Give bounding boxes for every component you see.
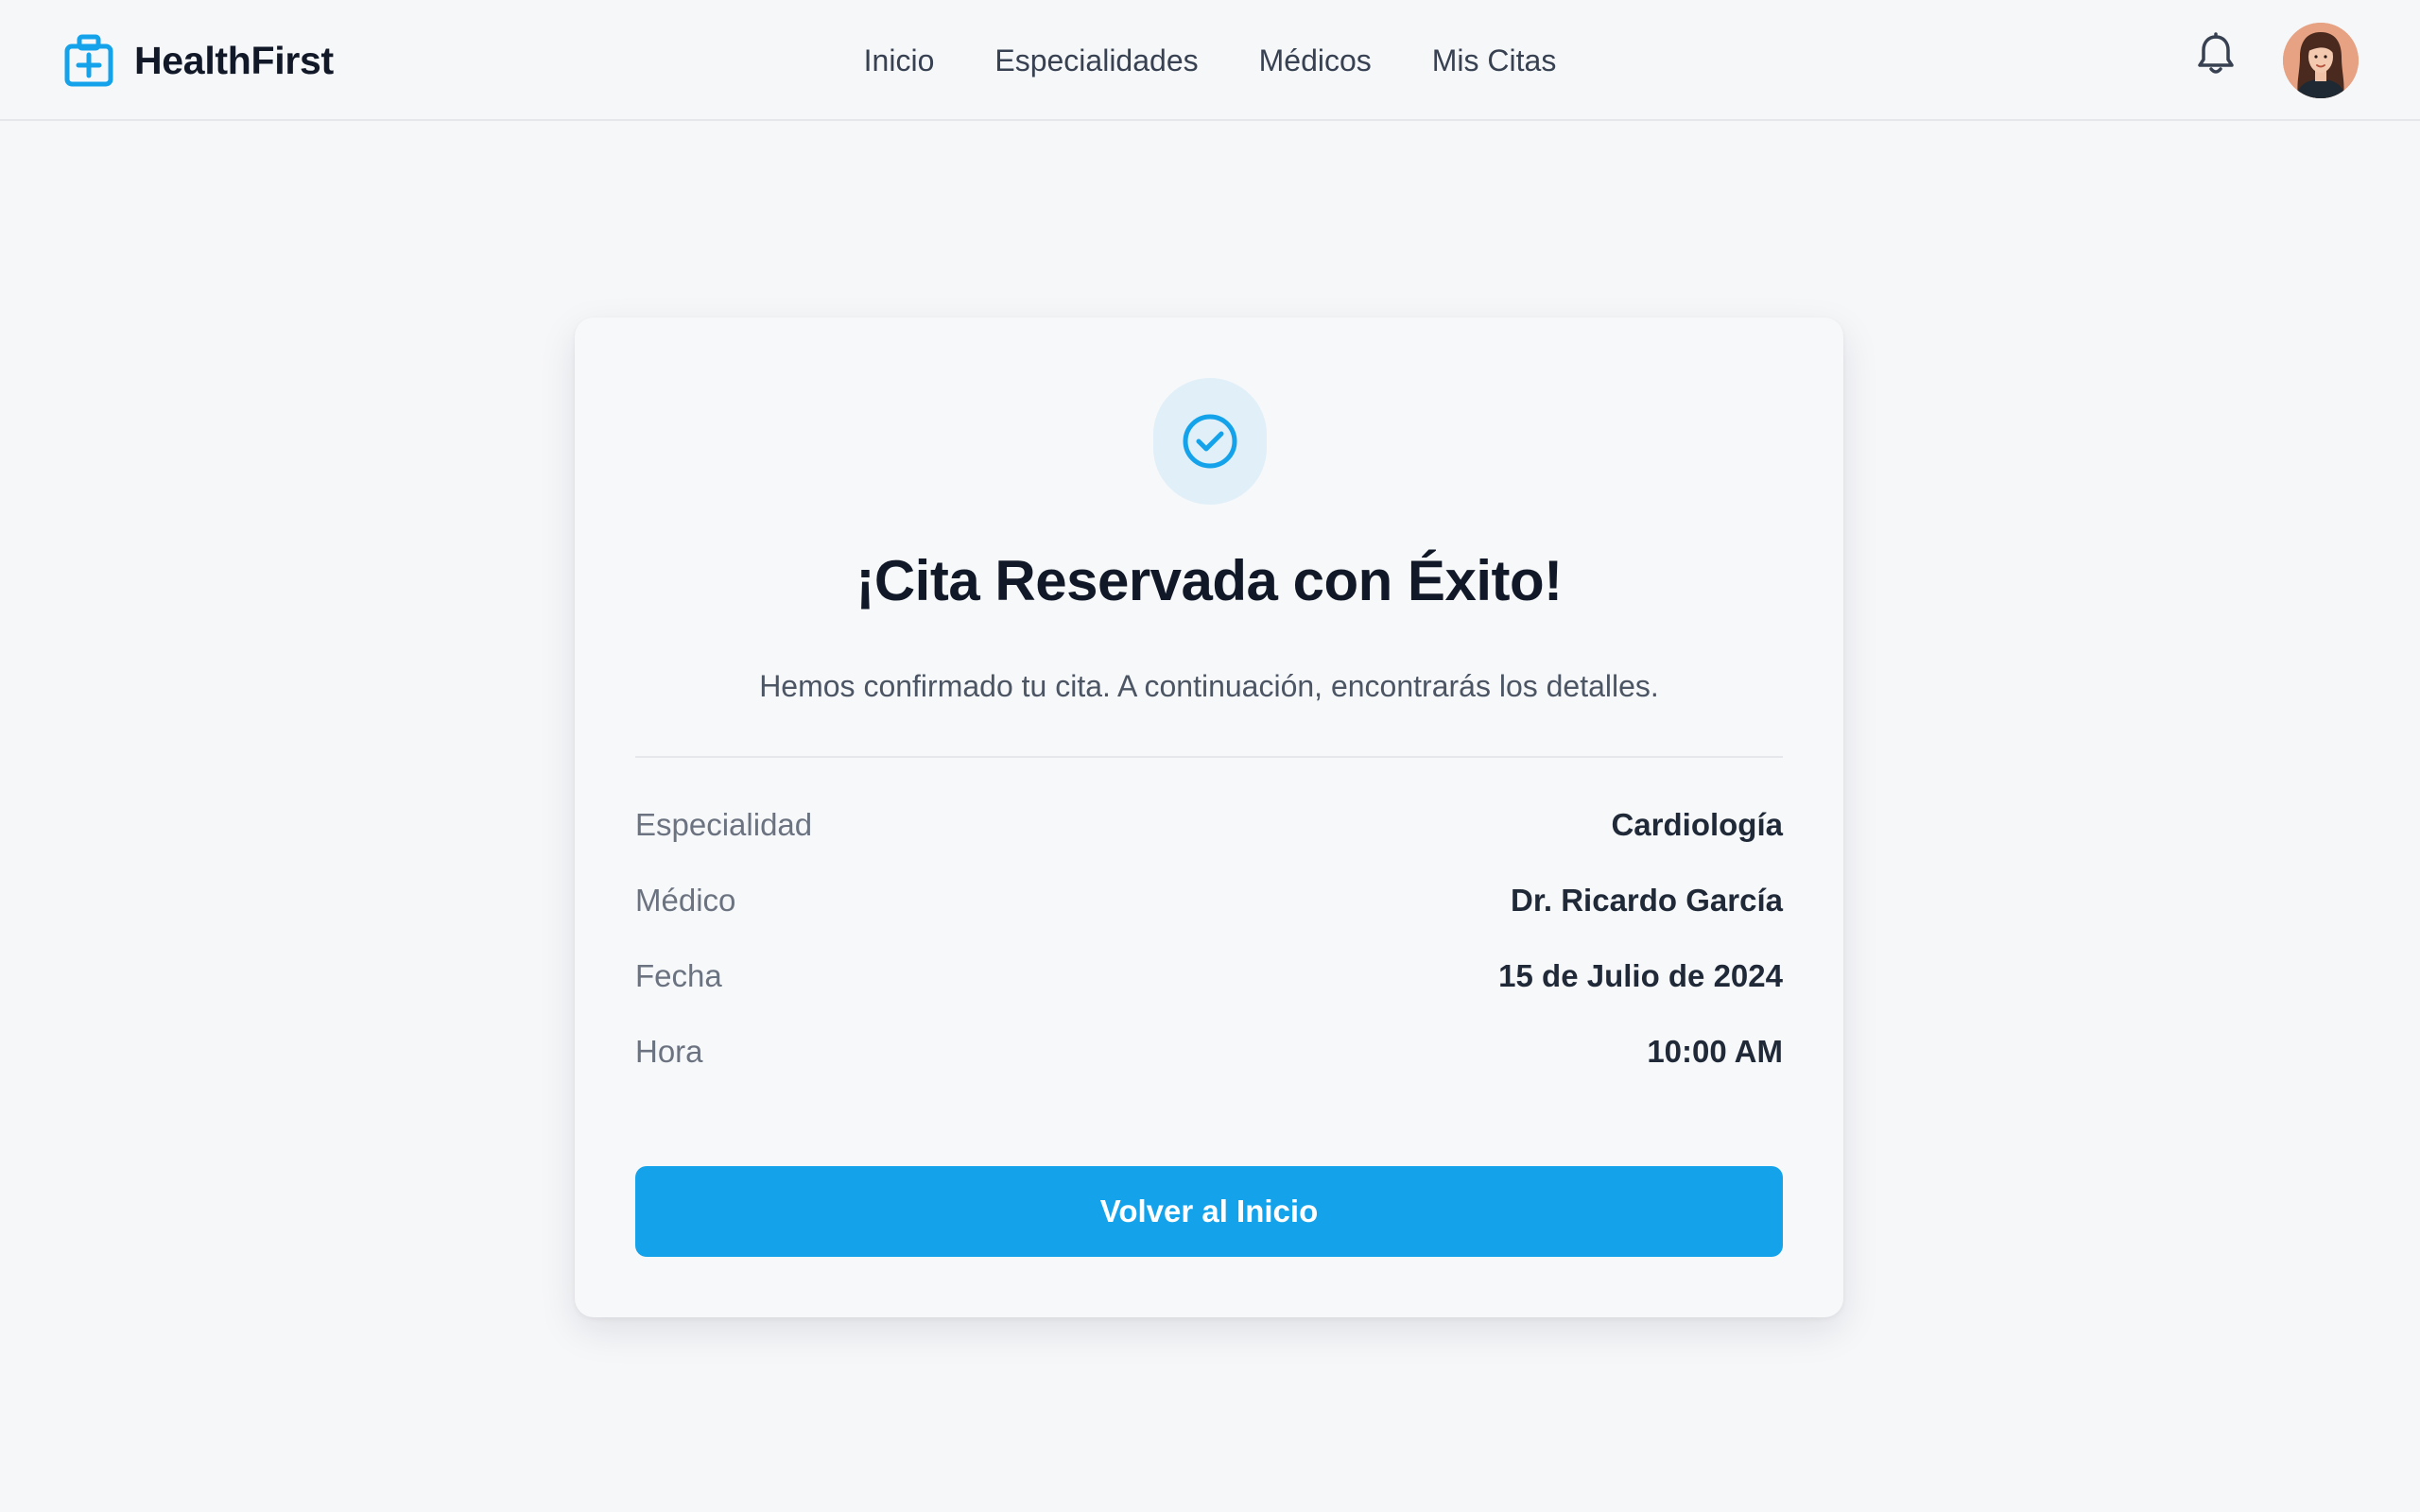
- confirmation-title: ¡Cita Reservada con Éxito!: [856, 549, 1563, 612]
- nav-link-mis-citas[interactable]: Mis Citas: [1432, 43, 1557, 78]
- detail-value: Dr. Ricardo García: [1511, 883, 1783, 918]
- confirmation-card: ¡Cita Reservada con Éxito! Hemos confirm…: [575, 318, 1843, 1317]
- confirmation-subtitle: Hemos confirmado tu cita. A continuación…: [759, 669, 1659, 703]
- back-to-home-button[interactable]: Volver al Inicio: [635, 1166, 1783, 1257]
- detail-label: Fecha: [635, 958, 722, 993]
- divider: [635, 756, 1783, 758]
- detail-value: 15 de Julio de 2024: [1498, 958, 1783, 993]
- detail-row-hora: Hora 10:00 AM: [635, 1034, 1783, 1109]
- nav-link-medicos[interactable]: Médicos: [1259, 43, 1372, 78]
- detail-row-medico: Médico Dr. Ricardo García: [635, 883, 1783, 958]
- medical-kit-icon: [64, 34, 113, 87]
- nav-link-especialidades[interactable]: Especialidades: [994, 43, 1198, 78]
- detail-label: Hora: [635, 1034, 703, 1069]
- brand-logo-link[interactable]: HealthFirst: [64, 34, 334, 87]
- detail-label: Médico: [635, 883, 736, 918]
- appointment-details: Especialidad Cardiología Médico Dr. Rica…: [635, 807, 1783, 1109]
- bell-icon[interactable]: [2195, 32, 2237, 77]
- detail-row-especialidad: Especialidad Cardiología: [635, 807, 1783, 883]
- main-nav: Inicio Especialidades Médicos Mis Citas: [0, 0, 2420, 121]
- top-navigation-bar: HealthFirst Inicio Especialidades Médico…: [0, 0, 2420, 121]
- user-portrait-icon: [2283, 23, 2359, 98]
- check-circle-icon: [1183, 414, 1237, 469]
- detail-value: 10:00 AM: [1647, 1034, 1783, 1069]
- nav-link-inicio[interactable]: Inicio: [864, 43, 935, 78]
- detail-value: Cardiología: [1611, 807, 1783, 842]
- detail-label: Especialidad: [635, 807, 813, 842]
- success-badge: [1153, 378, 1267, 505]
- detail-row-fecha: Fecha 15 de Julio de 2024: [635, 958, 1783, 1034]
- brand-name: HealthFirst: [134, 38, 334, 82]
- user-avatar[interactable]: [2283, 23, 2359, 98]
